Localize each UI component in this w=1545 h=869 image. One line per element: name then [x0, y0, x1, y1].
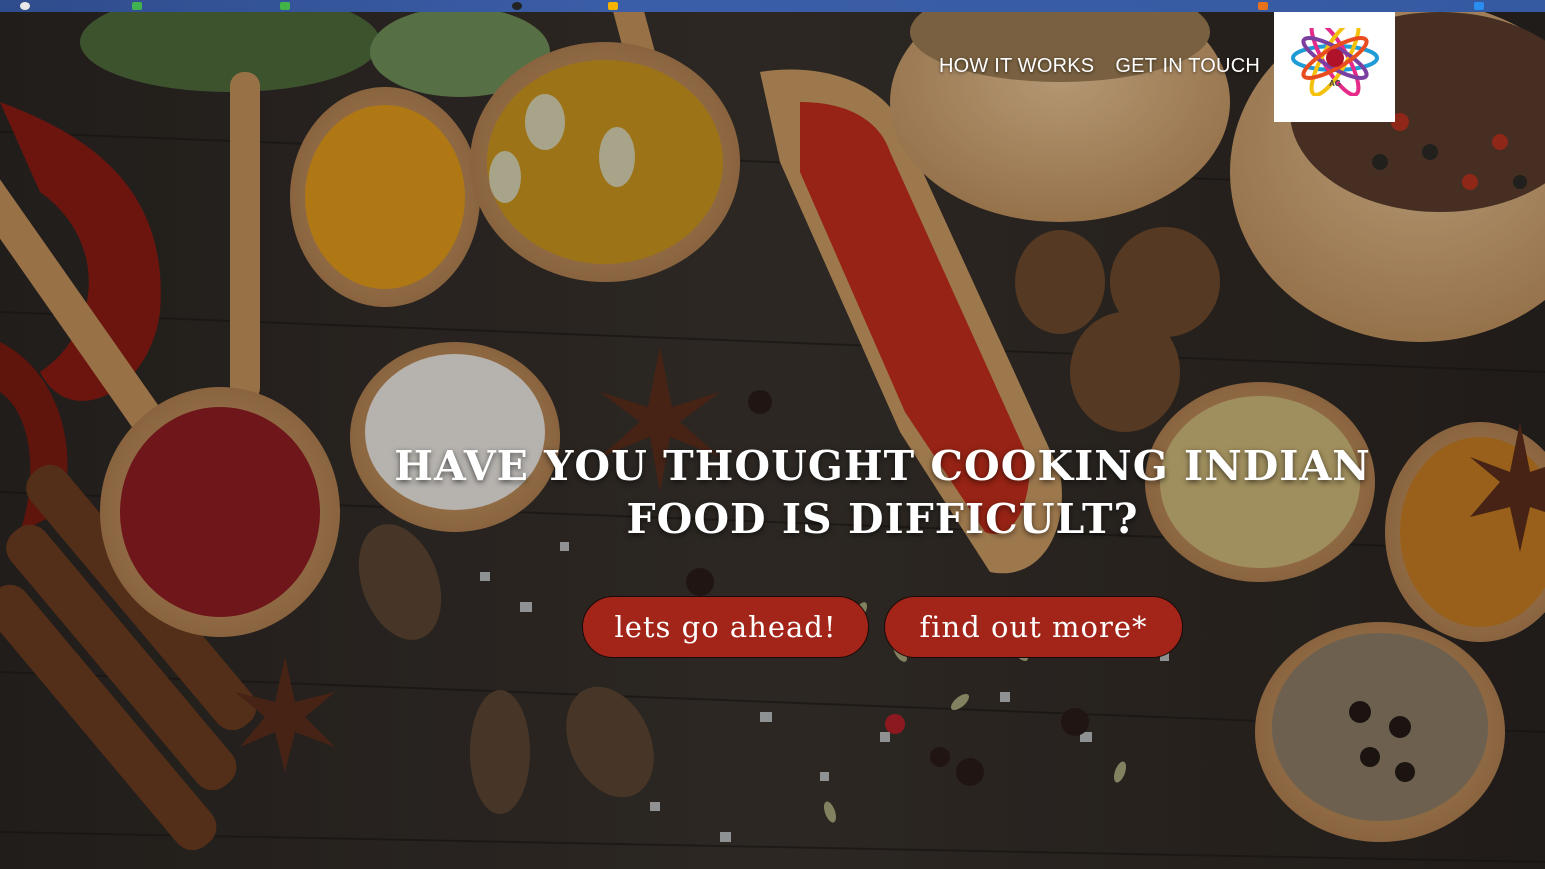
taskbar-app-icon[interactable]: [280, 2, 290, 10]
find-out-more-button[interactable]: find out more*: [884, 596, 1183, 658]
page: HOW IT WORKS GET IN TOUCH AG HAVE YOU TH…: [0, 0, 1545, 869]
nav-link-how-it-works[interactable]: HOW IT WORKS: [939, 55, 1094, 78]
top-nav: HOW IT WORKS GET IN TOUCH: [939, 55, 1260, 78]
taskbar-app-icon[interactable]: [608, 2, 618, 10]
brand-logo[interactable]: AG: [1274, 1, 1395, 122]
flower-logo-icon: AG: [1290, 27, 1379, 96]
browser-taskbar-strip: [0, 0, 1545, 12]
taskbar-app-icon[interactable]: [1474, 2, 1484, 10]
lets-go-ahead-button[interactable]: lets go ahead!: [582, 596, 869, 658]
taskbar-app-icon[interactable]: [20, 2, 30, 10]
cta-buttons: lets go ahead! find out more*: [582, 596, 1183, 658]
taskbar-app-icon[interactable]: [512, 2, 522, 10]
nav-link-get-in-touch[interactable]: GET IN TOUCH: [1115, 55, 1260, 78]
svg-text:AG: AG: [1329, 79, 1341, 88]
taskbar-app-icon[interactable]: [1258, 2, 1268, 10]
taskbar-app-icon[interactable]: [132, 2, 142, 10]
hero-headline: HAVE YOU THOUGHT COOKING INDIAN FOOD IS …: [394, 442, 1371, 543]
